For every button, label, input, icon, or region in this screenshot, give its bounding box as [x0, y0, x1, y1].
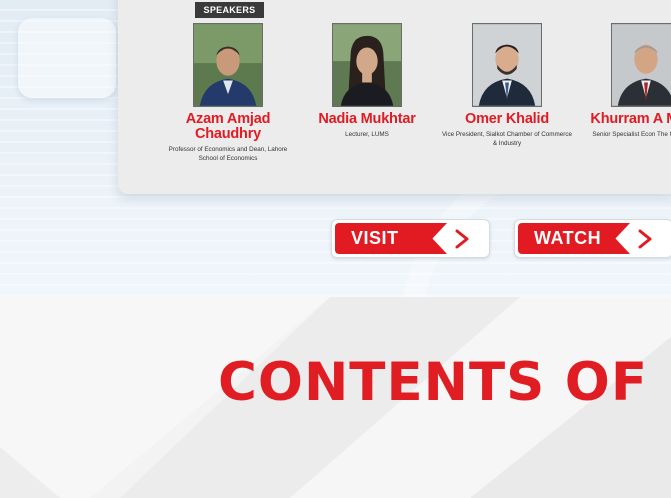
speaker-name: Azam Amjad Chaudhry: [185, 111, 271, 142]
speaker-name: Khurram A Malik: [590, 111, 671, 127]
visit-button[interactable]: VISIT: [331, 219, 490, 258]
section-heading: CONTENTS OF: [218, 352, 649, 413]
speaker-name: Omer Khalid: [464, 111, 549, 127]
chevron-right-icon: [455, 229, 469, 249]
speaker-omer-khalid: Omer Khalid Vice President, Sialkot Cham…: [439, 23, 575, 148]
speaker-photo: [193, 23, 263, 107]
speaker-photo: [611, 23, 671, 107]
speaker-title: Senior Specialist Econ The Urban Unit: [592, 131, 671, 138]
speaker-photo: [472, 23, 542, 107]
chevron-right-icon: [638, 229, 652, 249]
speaker-nadia-mukhtar: Nadia Mukhtar Lecturer, LUMS: [299, 23, 435, 140]
speaker-khurram-a-malik: Khurram A Malik Senior Specialist Econ T…: [578, 23, 671, 140]
speaker-title: Professor of Economics and Dean, Lahore …: [168, 146, 288, 162]
speaker-name: Nadia Mukhtar: [318, 111, 416, 127]
speakers-card: SPEAKERS Azam Amjad Chaudhry Professor o…: [118, 0, 671, 194]
visit-button-label: VISIT: [335, 223, 447, 254]
speaker-photo: [332, 23, 402, 107]
speakers-label: SPEAKERS: [195, 2, 264, 18]
speaker-title: Lecturer, LUMS: [345, 131, 389, 138]
speaker-title: Vice President, Sialkot Chamber of Comme…: [441, 131, 573, 147]
banner-decoration: [18, 18, 116, 98]
speaker-azam-amjad-chaudhry: Azam Amjad Chaudhry Professor of Economi…: [160, 23, 296, 163]
watch-button-label: WATCH: [518, 223, 630, 254]
event-banner: SPEAKERS Azam Amjad Chaudhry Professor o…: [0, 0, 671, 297]
watch-button[interactable]: WATCH: [514, 219, 671, 258]
